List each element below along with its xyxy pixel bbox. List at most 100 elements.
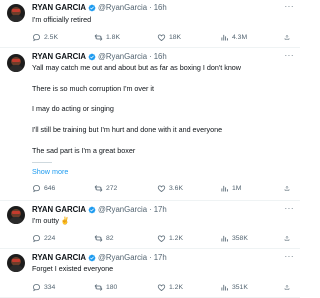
separator: ·: [149, 52, 152, 61]
tweet-text: Forget I existed everyone: [32, 264, 114, 273]
views-icon: [221, 284, 228, 290]
more-icon[interactable]: ···: [285, 204, 295, 213]
views-icon: [221, 235, 228, 241]
tweet-actions: 334 180 1.2K 351K: [32, 282, 294, 292]
tweet-text-line: I may do acting or singing: [32, 104, 114, 113]
author-handle[interactable]: @RyanGarcia: [98, 252, 147, 264]
like-icon: [157, 283, 166, 291]
retweet-count: 272: [106, 184, 118, 192]
tweet-time[interactable]: 16h: [154, 51, 167, 63]
tweet-header: RYAN GARCIA @RyanGarcia · 17h: [32, 204, 167, 216]
author-name[interactable]: RYAN GARCIA: [32, 252, 86, 264]
tweet[interactable]: RYAN GARCIA @RyanGarcia · 17h ··· I'm ou…: [0, 201, 300, 249]
avatar[interactable]: [7, 4, 25, 22]
reply-button[interactable]: 334: [32, 282, 55, 292]
author-handle[interactable]: @RyanGarcia: [98, 2, 147, 14]
reply-count: 334: [44, 283, 56, 291]
tweet-actions: 2.5K 1.8K 18K 4.3M: [32, 32, 294, 42]
like-icon: [157, 184, 166, 192]
like-button[interactable]: 18K: [157, 32, 181, 42]
retweet-button[interactable]: 272: [94, 183, 117, 193]
avatar[interactable]: [7, 206, 25, 224]
tweet-text-line: Yall may catch me out and about but as f…: [32, 63, 241, 72]
views-button[interactable]: 351K: [220, 282, 248, 292]
reply-icon: [33, 33, 40, 41]
verified-badge-icon: [88, 206, 96, 214]
views-count: 4.3M: [232, 33, 248, 41]
author-name[interactable]: RYAN GARCIA: [32, 204, 86, 216]
share-icon: [284, 34, 290, 40]
tweet-text-line: There is so much corruption I'm over it: [32, 84, 155, 93]
like-button[interactable]: 1.2K: [157, 233, 183, 243]
tweet-header: RYAN GARCIA @RyanGarcia · 16h: [32, 2, 167, 14]
like-button[interactable]: 3.6K: [157, 183, 183, 193]
share-button[interactable]: [284, 32, 293, 42]
like-icon: [157, 234, 166, 242]
reply-icon: [33, 283, 40, 291]
reply-button[interactable]: 2.5K: [32, 32, 58, 42]
tweet[interactable]: RYAN GARCIA @RyanGarcia · 16h ··· Yall m…: [0, 48, 300, 201]
show-more-link[interactable]: Show more: [32, 167, 68, 176]
like-count: 1.2K: [169, 234, 183, 242]
retweet-count: 82: [106, 234, 114, 242]
tweet-text-line: I'll still be training but I'm hurt and …: [32, 125, 223, 134]
retweet-button[interactable]: 82: [94, 233, 114, 243]
views-count: 351K: [232, 283, 248, 291]
reply-count: 646: [44, 184, 56, 192]
reply-button[interactable]: 646: [32, 183, 55, 193]
views-icon: [221, 34, 228, 40]
tweet-text: I'm officially retired: [32, 15, 92, 24]
tweet-header: RYAN GARCIA @RyanGarcia · 17h: [32, 252, 167, 264]
views-button[interactable]: 358K: [220, 233, 248, 243]
more-icon[interactable]: ···: [285, 252, 295, 261]
avatar[interactable]: [7, 254, 25, 272]
separator: ·: [149, 253, 152, 262]
share-icon: [284, 284, 290, 290]
separator: ·: [149, 3, 152, 12]
reply-count: 224: [44, 234, 56, 242]
views-button[interactable]: 4.3M: [220, 32, 247, 42]
retweet-icon: [94, 283, 103, 291]
like-icon: [157, 33, 166, 41]
avatar[interactable]: [7, 54, 25, 72]
retweet-count: 180: [106, 283, 118, 291]
reply-count: 2.5K: [44, 33, 58, 41]
author-name[interactable]: RYAN GARCIA: [32, 51, 86, 63]
like-count: 3.6K: [169, 184, 183, 192]
tweet[interactable]: RYAN GARCIA @RyanGarcia · 16h ··· I'm of…: [0, 0, 300, 48]
retweet-button[interactable]: 180: [94, 282, 117, 292]
author-handle[interactable]: @RyanGarcia: [98, 51, 147, 63]
views-icon: [221, 185, 228, 191]
tweet-text-line: The sad part is I'm a great boxer: [32, 146, 136, 155]
share-icon: [284, 185, 290, 191]
retweet-count: 1.8K: [106, 33, 120, 41]
tweet-text: I'm outty ✌️: [32, 216, 70, 225]
reply-icon: [33, 184, 40, 192]
retweet-icon: [94, 234, 103, 242]
verified-badge-icon: [88, 4, 96, 12]
reply-button[interactable]: 224: [32, 233, 55, 243]
verified-badge-icon: [88, 53, 96, 61]
author-name[interactable]: RYAN GARCIA: [32, 2, 86, 14]
verified-badge-icon: [88, 254, 96, 262]
more-icon[interactable]: ···: [285, 2, 295, 11]
tweet-time[interactable]: 17h: [154, 204, 167, 216]
share-button[interactable]: [284, 282, 293, 292]
views-count: 1M: [232, 184, 242, 192]
more-icon[interactable]: ···: [285, 51, 295, 60]
reply-icon: [33, 234, 40, 242]
views-count: 358K: [232, 234, 248, 242]
share-button[interactable]: [284, 183, 293, 193]
separator: ·: [149, 205, 152, 214]
share-icon: [284, 235, 290, 241]
retweet-button[interactable]: 1.8K: [94, 32, 120, 42]
share-button[interactable]: [284, 233, 293, 243]
author-handle[interactable]: @RyanGarcia: [98, 204, 147, 216]
like-button[interactable]: 1.2K: [157, 282, 183, 292]
retweet-icon: [94, 184, 103, 192]
tweet-actions: 646 272 3.6K 1M: [32, 183, 294, 193]
views-button[interactable]: 1M: [220, 183, 241, 193]
tweet[interactable]: RYAN GARCIA @RyanGarcia · 17h ··· Forget…: [0, 249, 300, 298]
tweet-time[interactable]: 16h: [154, 2, 167, 14]
tweet-time[interactable]: 17h: [154, 252, 167, 264]
